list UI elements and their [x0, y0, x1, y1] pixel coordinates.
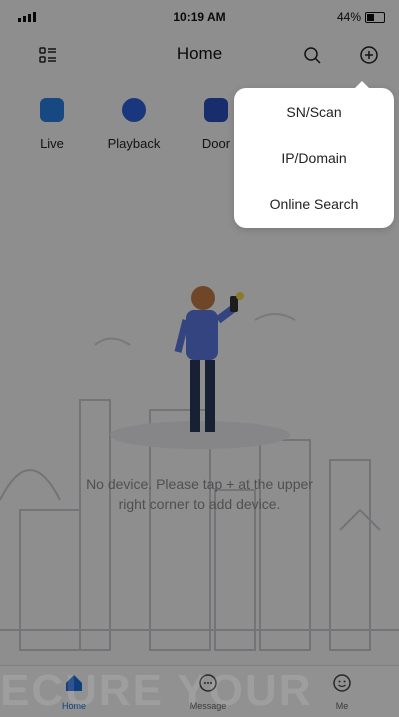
menu-item-online-search[interactable]: Online Search — [234, 182, 394, 226]
watermark-text: ECURE YOUR — [0, 666, 313, 715]
menu-item-sn-scan[interactable]: SN/Scan — [234, 90, 394, 134]
menu-item-ip-domain[interactable]: IP/Domain — [234, 136, 394, 180]
add-device-menu: SN/Scan IP/Domain Online Search — [234, 81, 394, 228]
app-screen: 10:19 AM 44% Home Live Playback Door No … — [0, 0, 399, 717]
